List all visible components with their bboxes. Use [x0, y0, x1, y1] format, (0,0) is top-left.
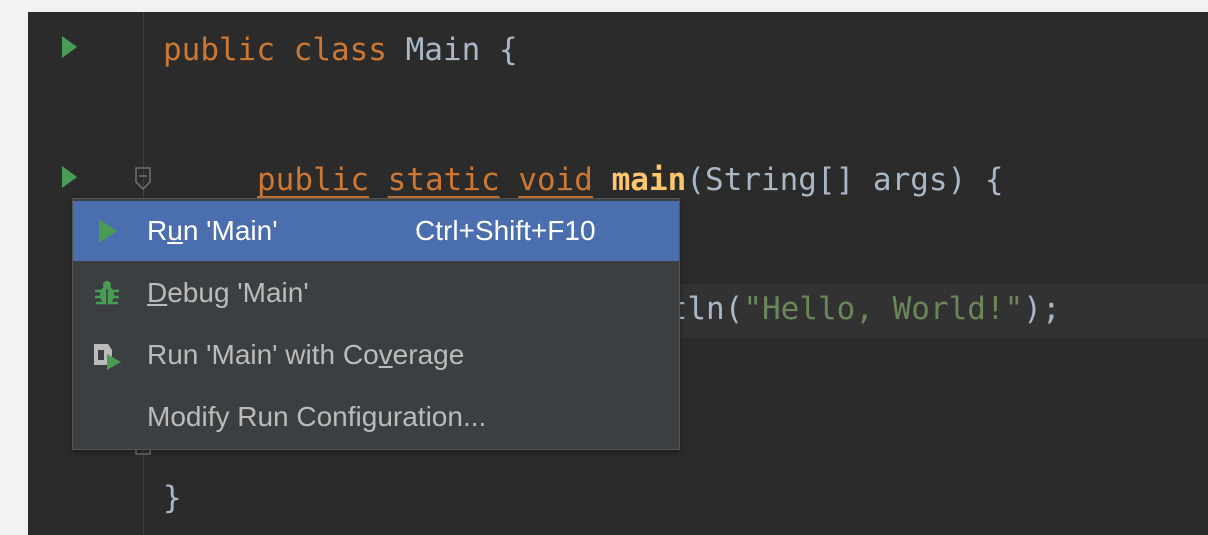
code-token: "Hello, World!" [743, 291, 1024, 327]
menu-item-debug[interactable]: Debug 'Main' [73, 263, 679, 323]
run-context-menu: Run 'Main' Ctrl+Shift+F10 Debug 'Main' R… [72, 198, 680, 450]
menu-item-label: Modify Run Configuration... [147, 401, 486, 433]
menu-item-run-with-coverage[interactable]: Run 'Main' with Coverage [73, 325, 679, 385]
mnemonic-letter: D [147, 277, 168, 308]
code-line-closing-brace: } [163, 478, 182, 518]
label-text: erage [392, 339, 465, 370]
debug-icon [95, 281, 119, 305]
code-token: main [611, 162, 687, 198]
label-text: n 'Main' [182, 215, 278, 246]
mnemonic-letter: u [167, 215, 183, 246]
mnemonic-letter: v [378, 339, 393, 370]
code-token: class [293, 32, 387, 68]
coverage-icon [94, 344, 121, 370]
code-token: ); [1023, 291, 1061, 327]
code-line-class: public class Main { [163, 30, 518, 70]
label-text: R [147, 215, 168, 246]
label-text: ebug 'Main' [167, 277, 309, 308]
code-token: public [163, 32, 275, 68]
label-text: Run 'Main' with Co [147, 339, 379, 370]
code-line-println: ntln("Hello, World!"); [650, 289, 1061, 329]
gutter-run-main-icon[interactable] [62, 166, 77, 188]
code-token: (String[] args) { [686, 162, 1004, 198]
code-token: Main { [386, 32, 518, 68]
menu-item-modify-run-configuration[interactable]: Modify Run Configuration... [73, 387, 679, 447]
menu-item-label: Debug 'Main' [147, 277, 309, 309]
fold-icon[interactable] [133, 166, 153, 192]
menu-item-shortcut: Ctrl+Shift+F10 [415, 215, 596, 246]
menu-item-run[interactable]: Run 'Main' Ctrl+Shift+F10 [73, 201, 679, 261]
code-token: } [163, 480, 182, 516]
menu-item-label: Run 'Main' with Coverage [147, 339, 464, 371]
run-icon [99, 219, 117, 243]
code-token: public [257, 162, 369, 198]
code-token: void [518, 162, 593, 198]
code-line-main: public static void main(String[] args) { [257, 160, 1004, 200]
menu-item-label: Run 'Main' [147, 215, 278, 247]
label-text: Modify Run Configuration... [147, 401, 487, 432]
code-token: static [387, 162, 500, 198]
gutter-run-class-icon[interactable] [62, 36, 77, 58]
